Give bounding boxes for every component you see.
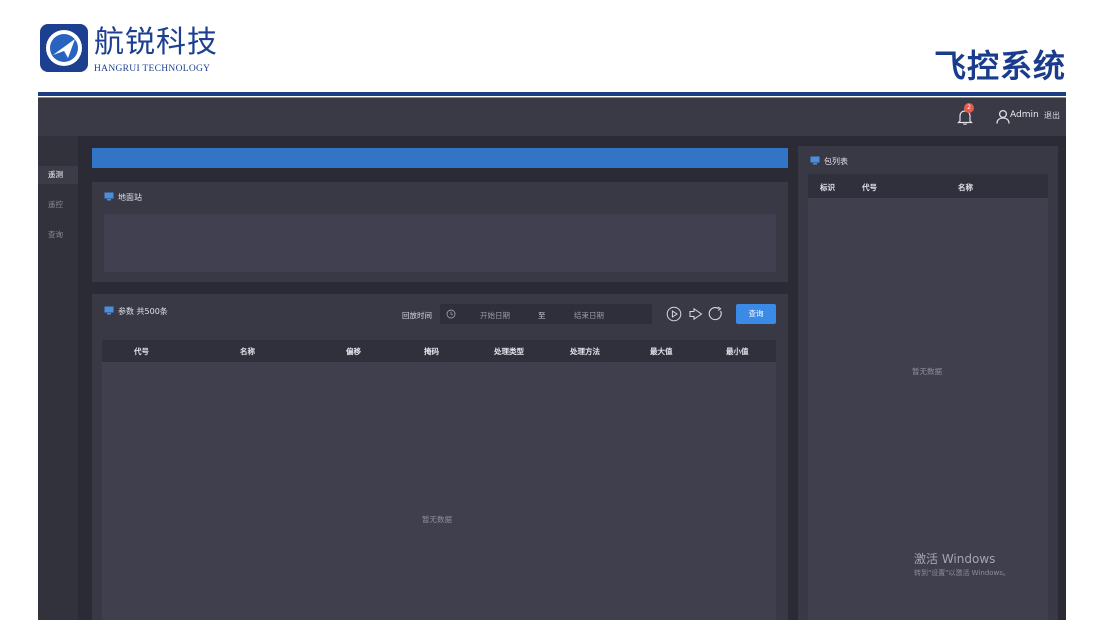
ground-station-title: 地面站 xyxy=(118,193,142,202)
header-divider xyxy=(38,92,1066,96)
monitor-icon xyxy=(104,306,114,315)
hangrui-logo-icon xyxy=(40,24,88,72)
parameters-panel: 参数 共500条 回放时间 开始日期 至 结束日期 查询 代号 名称 偏移 掩码… xyxy=(92,294,788,620)
column-header-offset[interactable]: 偏移 xyxy=(346,346,361,357)
end-date-input[interactable]: 结束日期 xyxy=(574,310,604,321)
packet-table-header: 标识 代号 名称 xyxy=(808,174,1048,198)
column-header-min[interactable]: 最小值 xyxy=(726,346,749,357)
parameters-empty-text: 暂无数据 xyxy=(422,515,452,524)
sidebar: 遥测 遥控 查询 xyxy=(38,136,78,620)
top-bar: 2 Admin 退出 xyxy=(38,98,1066,136)
clock-icon xyxy=(446,309,456,319)
parameters-table-header: 代号 名称 偏移 掩码 处理类型 处理方法 最大值 最小值 xyxy=(102,340,776,362)
sidebar-item-telemetry[interactable]: 遥测 xyxy=(38,166,78,184)
brand-subtitle: HANGRUI TECHNOLOGY xyxy=(94,64,211,74)
column-header-code[interactable]: 代号 xyxy=(134,346,149,357)
slide: 航锐科技 HANGRUI TECHNOLOGY 飞控系统 2 Admin 退出 … xyxy=(0,0,1104,620)
column-header-max[interactable]: 最大值 xyxy=(650,346,673,357)
date-range-picker[interactable]: 开始日期 至 结束日期 xyxy=(440,304,652,324)
date-separator: 至 xyxy=(538,311,546,320)
column-header-id[interactable]: 标识 xyxy=(820,182,835,193)
app-window: 2 Admin 退出 遥测 遥控 查询 地面站 参数 共500条 回放时间 开始… xyxy=(38,98,1066,620)
packet-list-title: 包列表 xyxy=(824,157,848,166)
slide-title: 飞控系统 xyxy=(933,47,1066,85)
sidebar-item-telecontrol[interactable]: 遥控 xyxy=(38,196,78,214)
column-header-mask[interactable]: 掩码 xyxy=(424,346,439,357)
notification-badge: 2 xyxy=(964,103,974,113)
column-header-name[interactable]: 名称 xyxy=(958,182,973,193)
packet-empty-text: 暂无数据 xyxy=(912,367,942,376)
parameters-title: 参数 共500条 xyxy=(118,307,168,316)
brand-name: 航锐科技 xyxy=(94,25,218,60)
query-button[interactable]: 查询 xyxy=(736,304,776,324)
parameters-table: 代号 名称 偏移 掩码 处理类型 处理方法 最大值 最小值 暂无数据 xyxy=(102,340,776,620)
refresh-icon[interactable] xyxy=(708,306,724,322)
user-name[interactable]: Admin xyxy=(1010,110,1039,120)
play-icon[interactable] xyxy=(666,306,682,322)
column-header-process-method[interactable]: 处理方法 xyxy=(570,346,600,357)
slide-header: 航锐科技 HANGRUI TECHNOLOGY 飞控系统 xyxy=(0,0,1104,100)
step-forward-icon[interactable] xyxy=(688,306,704,322)
windows-activation-hint: 转到"设置"以激活 Windows。 xyxy=(914,569,1010,577)
header-banner xyxy=(92,148,788,168)
column-header-code[interactable]: 代号 xyxy=(862,182,877,193)
monitor-icon xyxy=(104,192,114,201)
packet-list-panel: 包列表 标识 代号 名称 暂无数据 xyxy=(798,146,1058,620)
sidebar-item-query[interactable]: 查询 xyxy=(38,226,78,244)
column-header-process-type[interactable]: 处理类型 xyxy=(494,346,524,357)
start-date-input[interactable]: 开始日期 xyxy=(480,310,510,321)
logout-link[interactable]: 退出 xyxy=(1044,110,1060,121)
ground-station-content xyxy=(104,214,776,272)
user-icon[interactable] xyxy=(996,109,1010,124)
monitor-icon xyxy=(810,156,820,165)
windows-activation-title: 激活 Windows xyxy=(914,552,996,566)
ground-station-panel: 地面站 xyxy=(92,182,788,282)
playback-time-label: 回放时间 xyxy=(402,311,432,320)
column-header-name[interactable]: 名称 xyxy=(240,346,255,357)
